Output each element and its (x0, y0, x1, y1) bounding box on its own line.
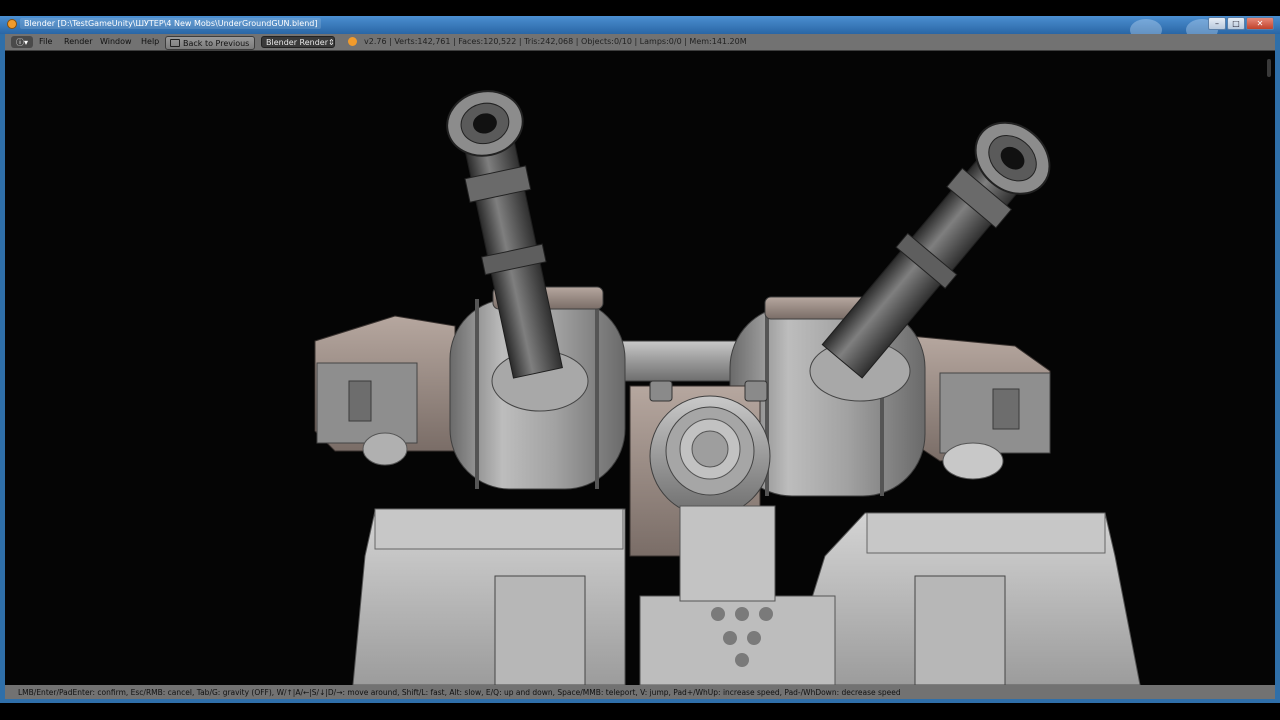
maximize-button[interactable]: □ (1227, 17, 1245, 30)
fly-mode-status: LMB/Enter/PadEnter: confirm, Esc/RMB: ca… (5, 685, 1275, 699)
select-arrows-icon: ⇕ (328, 37, 335, 47)
minimize-button[interactable]: – (1208, 17, 1226, 30)
base-left-block (352, 508, 626, 685)
menu-window[interactable]: Window (100, 37, 132, 46)
close-button[interactable]: ✕ (1246, 17, 1274, 30)
scene-stats: v2.76 | Verts:142,761 | Faces:120,522 | … (364, 37, 747, 46)
3d-viewport[interactable] (5, 51, 1275, 685)
blender-logo-icon (348, 37, 357, 46)
blender-window: Blender [D:\TestGameUnity\ШУТЕР\4 New Mo… (0, 16, 1280, 703)
left-ammo-box (314, 315, 456, 466)
viewport-scrollbar[interactable] (1267, 59, 1271, 77)
axle (619, 340, 746, 382)
render-engine-value: Blender Render (266, 37, 329, 47)
screen-icon (170, 39, 180, 47)
base-right-block (784, 512, 1141, 685)
render-engine-select[interactable]: Blender Render ⇕ (261, 36, 335, 48)
menu-help[interactable]: Help (141, 37, 159, 46)
right-ammo-box (909, 335, 1051, 480)
window-titlebar[interactable]: Blender [D:\TestGameUnity\ШУТЕР\4 New Mo… (0, 16, 1280, 41)
blender-app-icon (7, 19, 17, 29)
letterbox-top (0, 0, 1280, 16)
letterbox-bottom (0, 703, 1280, 720)
window-title: Blender [D:\TestGameUnity\ШУТЕР\4 New Mo… (20, 18, 322, 29)
info-header: ⓘ▾ File Render Window Help Back to Previ… (5, 34, 1275, 51)
editor-type-button[interactable]: ⓘ▾ (11, 36, 33, 48)
back-to-previous-label: Back to Previous (183, 38, 250, 48)
menu-render[interactable]: Render (64, 37, 92, 46)
window-controls: – □ ✕ (1208, 17, 1274, 30)
turret-model (314, 90, 1141, 685)
back-to-previous-button[interactable]: Back to Previous (165, 36, 256, 50)
info-editor-icon: ⓘ▾ (15, 37, 28, 47)
menu-file[interactable]: File (39, 37, 52, 46)
